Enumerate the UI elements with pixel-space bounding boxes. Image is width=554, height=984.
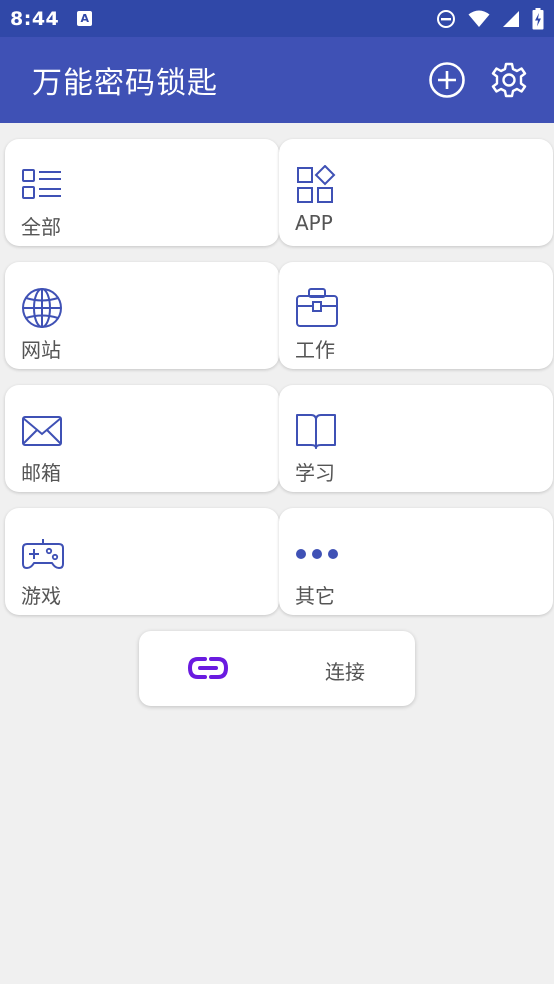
category-label: 邮箱: [21, 461, 61, 485]
signal-icon: [503, 10, 519, 27]
category-card-website[interactable]: 网站: [5, 262, 279, 369]
apps-icon: [297, 165, 336, 203]
notification-letter: A: [80, 12, 90, 25]
category-label: APP: [295, 211, 333, 235]
more-icon: [296, 549, 338, 559]
category-card-app[interactable]: APP: [279, 139, 553, 246]
book-icon: [296, 414, 336, 449]
settings-button[interactable]: [490, 61, 528, 99]
category-card-work[interactable]: 工作: [279, 262, 553, 369]
link-icon: [188, 657, 228, 679]
gear-icon: [491, 62, 527, 98]
gamepad-icon: [22, 539, 64, 569]
wifi-icon: [468, 10, 490, 27]
connect-button[interactable]: 连接: [139, 631, 415, 706]
briefcase-icon: [296, 288, 338, 327]
app-bar: 万能密码锁匙: [0, 37, 554, 123]
category-grid: 全部 APP 网站 工作 邮箱 学习 游戏 其它: [5, 139, 554, 615]
category-card-game[interactable]: 游戏: [5, 508, 279, 615]
status-icons: [436, 7, 544, 30]
list-icon: [22, 169, 61, 199]
category-card-email[interactable]: 邮箱: [5, 385, 279, 492]
category-card-other[interactable]: 其它: [279, 508, 553, 615]
category-label: 学习: [295, 461, 335, 485]
mail-icon: [22, 416, 62, 446]
category-label: 网站: [21, 338, 61, 362]
battery-icon: [532, 7, 544, 29]
category-label: 游戏: [21, 584, 61, 608]
category-label: 全部: [21, 215, 61, 239]
app-title: 万能密码锁匙: [32, 66, 218, 101]
category-card-study[interactable]: 学习: [279, 385, 553, 492]
app-actions: [428, 61, 528, 99]
notification-icon: A: [77, 11, 93, 26]
category-label: 其它: [295, 584, 335, 608]
connect-label: 连接: [325, 660, 365, 684]
status-bar: 8:44 A: [0, 0, 554, 37]
add-circle-icon: [429, 62, 465, 98]
do-not-disturb-icon: [437, 9, 455, 28]
add-button[interactable]: [428, 61, 466, 99]
category-label: 工作: [295, 338, 335, 362]
category-card-all[interactable]: 全部: [5, 139, 279, 246]
status-time: 8:44: [10, 7, 60, 30]
globe-icon: [22, 288, 62, 328]
